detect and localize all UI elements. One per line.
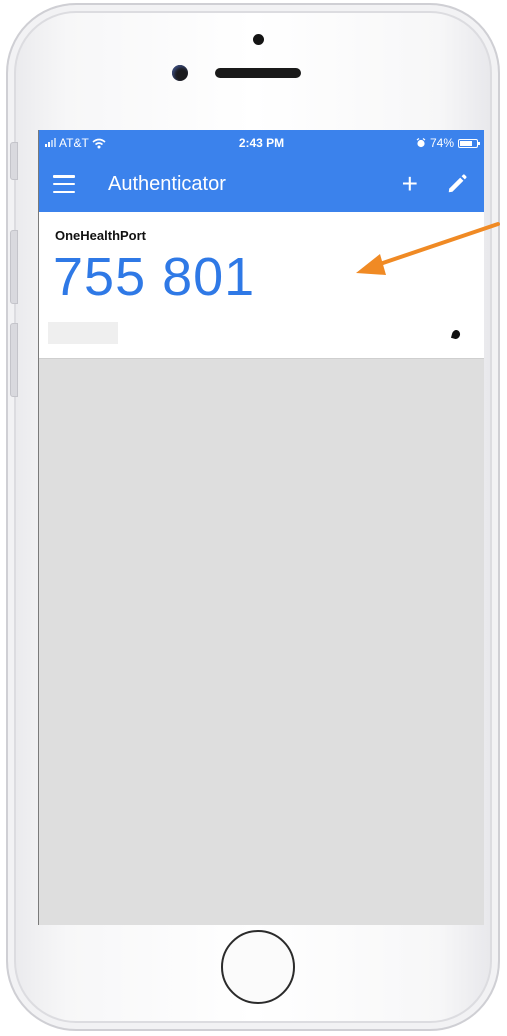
redacted-account-detail (48, 322, 118, 344)
front-camera (172, 65, 188, 81)
app-bar: Authenticator + (39, 156, 484, 212)
verification-code[interactable]: 755 801 (53, 246, 255, 308)
edit-pencil-icon[interactable] (446, 173, 468, 195)
countdown-timer-icon (450, 329, 462, 340)
wifi-icon (92, 138, 106, 148)
battery-percent: 74% (429, 136, 454, 150)
volume-up-button (10, 230, 18, 304)
battery-icon (458, 138, 480, 148)
status-left: AT&T (45, 136, 106, 150)
carrier-label: AT&T (59, 136, 89, 150)
menu-icon[interactable] (53, 175, 75, 193)
annotation-arrow (356, 222, 500, 275)
proximity-sensor (253, 34, 264, 45)
status-bar: AT&T 2:43 PM 74% (39, 130, 484, 156)
app-bar-actions: + (402, 170, 468, 198)
alarm-icon (416, 138, 426, 148)
home-button[interactable] (221, 930, 295, 1004)
status-right: 74% (416, 136, 480, 150)
volume-down-button (10, 323, 18, 397)
earpiece-speaker (215, 68, 301, 78)
add-icon[interactable]: + (402, 170, 418, 198)
mute-switch (10, 142, 18, 180)
signal-icon (45, 138, 56, 147)
app-title: Authenticator (108, 172, 226, 195)
account-name: OneHealthPort (55, 228, 147, 243)
